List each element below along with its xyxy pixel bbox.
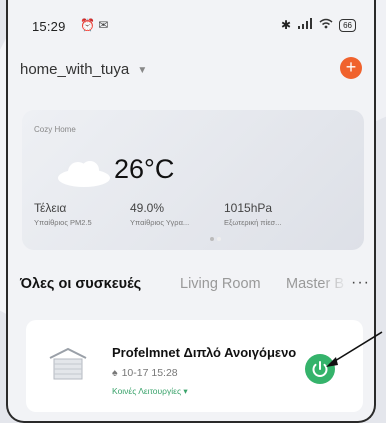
wifi-icon — [319, 18, 333, 32]
page-dot — [217, 237, 221, 241]
annotation-arrow — [326, 331, 383, 367]
stat-label: Εξωτερική πίεσ... — [224, 218, 282, 227]
stat-value: Τέλεια — [34, 201, 67, 215]
alarm-icon: ⏰ ✉ — [80, 18, 109, 32]
home-name: home_with_tuya — [20, 61, 130, 78]
tab-all-devices[interactable]: Όλες οι συσκευές — [20, 276, 141, 292]
stat-humidity: 49.0% Υπαίθριος Υγρα... — [130, 201, 189, 227]
room-tabs: Όλες οι συσκευές Living Room Master B ··… — [20, 274, 370, 296]
chevron-down-icon: ▼ — [137, 64, 148, 76]
home-selector[interactable]: home_with_tuya ▼ — [20, 61, 147, 78]
bluetooth-icon: ✱ — [281, 18, 292, 32]
stat-pressure: 1015hPa Εξωτερική πίεσ... — [224, 201, 281, 227]
tabs-fade — [322, 276, 348, 296]
stat-label: Υπαίθριος PM2.5 — [34, 218, 92, 227]
battery-icon: 66 — [339, 18, 356, 32]
status-time: 15:29 — [32, 19, 66, 34]
status-bar: 15:29 ⏰ ✉ ✱ 66 — [8, 16, 374, 36]
signal-icon — [297, 18, 313, 32]
chevron-down-icon: ▾ — [183, 386, 188, 396]
plus-icon: + — [345, 57, 357, 77]
weather-card[interactable]: Cozy Home 26°C Τέλεια Υπαίθριος PM2.5 49… — [22, 110, 364, 250]
page-indicator — [210, 237, 221, 241]
bell-icon: ♠ — [112, 367, 118, 379]
weather-home-label: Cozy Home — [34, 125, 76, 134]
more-icon[interactable]: ··· — [351, 274, 370, 292]
add-device-button[interactable]: + — [340, 57, 362, 79]
garage-door-icon — [49, 347, 87, 380]
device-timestamp: 10-17 15:28 — [121, 367, 178, 379]
cloud-icon — [58, 161, 110, 187]
status-icons: ✱ 66 — [281, 18, 356, 32]
temperature: 26°C — [114, 154, 175, 184]
stat-value: 1015hPa — [224, 201, 273, 215]
stat-label: Υπαίθριος Υγρα... — [130, 218, 190, 227]
stat-pm25: Τέλεια Υπαίθριος PM2.5 — [34, 201, 92, 227]
page-dot — [210, 237, 214, 241]
device-name: Profelmnet Διπλό Ανοιγόμενο — [112, 345, 297, 360]
device-last-update: ♠ 10-17 15:28 — [112, 367, 178, 379]
tab-living-room[interactable]: Living Room — [180, 276, 261, 292]
stat-value: 49.0% — [130, 201, 165, 215]
common-functions-link[interactable]: Κοινές Λειτουργίες ▾ — [112, 386, 188, 397]
common-functions-label: Κοινές Λειτουργίες — [112, 386, 182, 396]
